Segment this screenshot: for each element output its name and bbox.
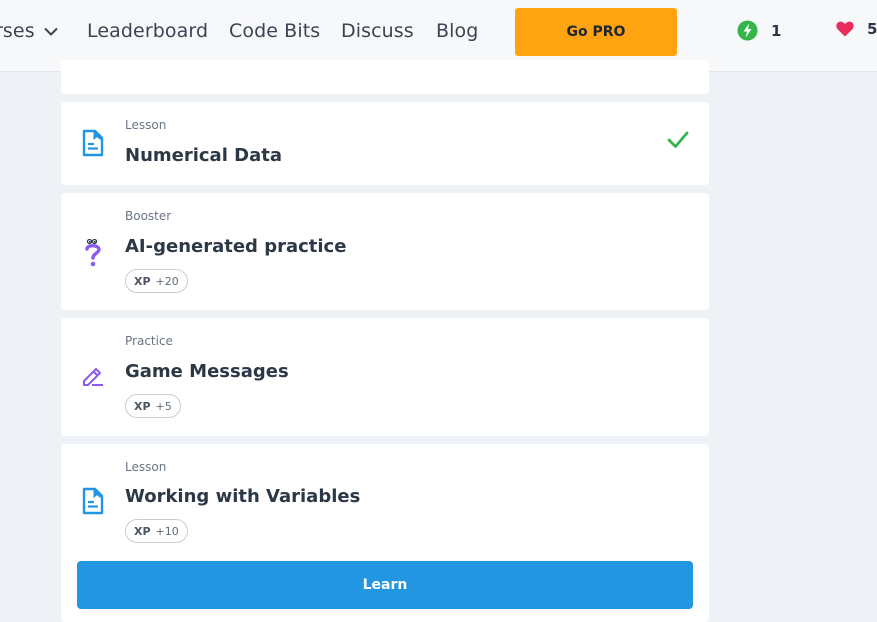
question-mark-icon (81, 238, 105, 267)
item-title: Working with Variables (125, 486, 361, 507)
nav-discuss[interactable]: Discuss (341, 20, 414, 42)
booster-card-ai-practice[interactable]: Booster AI-generated practice XP +20 (61, 193, 709, 310)
nav-leaderboard[interactable]: Leaderboard (87, 20, 208, 42)
learn-button[interactable]: Learn (77, 561, 693, 609)
item-type-label: Practice (125, 334, 173, 348)
lesson-document-icon (81, 487, 105, 515)
energy-counter[interactable]: 1 (737, 20, 781, 41)
lesson-card-numerical-data[interactable]: Lesson Numerical Data (61, 102, 709, 185)
nav-courses[interactable]: rses (0, 20, 58, 42)
item-type-label: Lesson (125, 118, 167, 132)
xp-label: XP (134, 274, 151, 288)
item-type-label: Booster (125, 209, 172, 223)
nav-courses-label: rses (0, 20, 35, 42)
chevron-down-icon (43, 19, 58, 41)
xp-badge: XP +10 (125, 519, 188, 543)
item-type-label: Lesson (125, 460, 167, 474)
previous-card (61, 60, 709, 94)
xp-label: XP (134, 399, 151, 413)
energy-count: 1 (771, 21, 782, 40)
heart-icon (836, 21, 854, 37)
hearts-count: 5 (867, 20, 877, 38)
nav-code-bits[interactable]: Code Bits (229, 20, 320, 42)
xp-value: +5 (155, 399, 172, 413)
xp-badge: XP +20 (125, 269, 188, 293)
lesson-card-working-with-variables[interactable]: Lesson Working with Variables XP +10 Lea… (61, 444, 709, 622)
item-title: AI-generated practice (125, 236, 347, 257)
checkmark-icon (667, 131, 689, 153)
practice-card-game-messages[interactable]: Practice Game Messages XP +5 (61, 318, 709, 436)
nav-blog[interactable]: Blog (436, 20, 478, 42)
hearts-counter[interactable]: 5 (836, 20, 877, 38)
lightning-bolt-icon (737, 20, 758, 41)
pencil-icon (81, 363, 105, 391)
xp-badge: XP +5 (125, 394, 181, 418)
go-pro-button[interactable]: Go PRO (515, 8, 677, 56)
xp-label: XP (134, 524, 151, 538)
xp-value: +10 (155, 524, 179, 538)
lesson-document-icon (81, 129, 105, 157)
xp-value: +20 (155, 274, 179, 288)
item-title: Numerical Data (125, 145, 282, 166)
item-title: Game Messages (125, 361, 289, 382)
